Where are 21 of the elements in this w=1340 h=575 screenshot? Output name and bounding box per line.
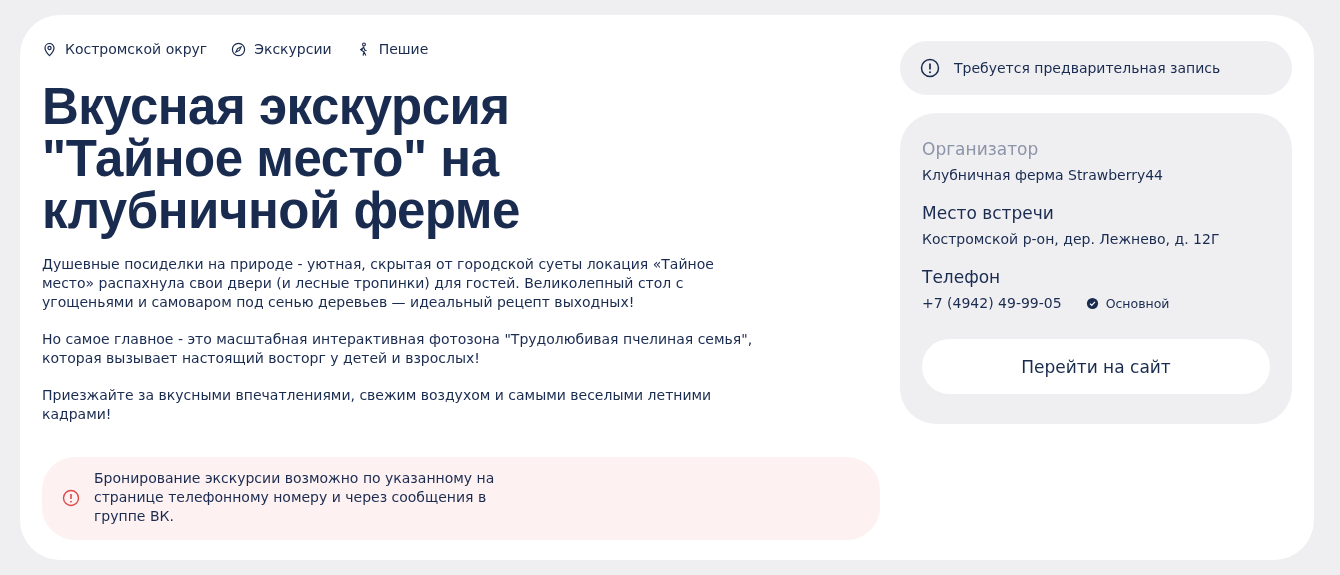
description-paragraph: Душевные посиделки на природе - уютная, скрытая от городской суеты локация «Тайное место» распахнула свои двери (и лесные тропинки) для гостей. Великолепный стол с угощеньями и самоваром под сенью деревьев — идеальный рецепт выходных! bbox=[42, 255, 715, 312]
page-title: Вкусная экскурсия "Тайное место" на клубничной ферме bbox=[42, 81, 521, 237]
meeting-label: Место встречи bbox=[922, 203, 1055, 223]
description-paragraph: Но самое главное - это масштабная интерактивная фотозона "Трудолюбивая пчелиная семья", которая вызывает настоящий восторг у детей и взрослых! bbox=[42, 330, 754, 368]
website-button[interactable]: Перейти на сайт bbox=[922, 339, 1270, 394]
meeting-address: Костромской р-он, дер. Лежнево, д. 12Г bbox=[922, 231, 1221, 247]
phone-number[interactable]: +7 (4942) 49-99-05 bbox=[922, 295, 1062, 311]
main-phone-label: Основной bbox=[1105, 295, 1170, 311]
badge-text: Требуется предварительная запись bbox=[954, 60, 1221, 76]
tag-label[interactable]: Экскурсии bbox=[254, 41, 332, 57]
tag-label[interactable]: Костромской округ bbox=[65, 41, 208, 57]
organizer-name: Клубничная ферма Strawberry44 bbox=[922, 167, 1165, 183]
phone-label: Телефон bbox=[922, 267, 1002, 287]
tag-label[interactable]: Пешие bbox=[378, 41, 429, 57]
description-paragraph: Приезжайте за вкусными впечатлениями, свежим воздухом и самыми веселыми летними кадрами! bbox=[42, 386, 713, 424]
exclamation-icon bbox=[920, 58, 940, 78]
compass-icon bbox=[231, 41, 247, 57]
notice-text: Бронирование экскурсии возможно по указанному на странице телефонному номеру и через сообщения в группе ВК. bbox=[94, 469, 496, 526]
organizer-label: Организатор bbox=[922, 139, 1040, 159]
warning-icon bbox=[62, 488, 80, 507]
location-pin-icon bbox=[42, 41, 57, 57]
